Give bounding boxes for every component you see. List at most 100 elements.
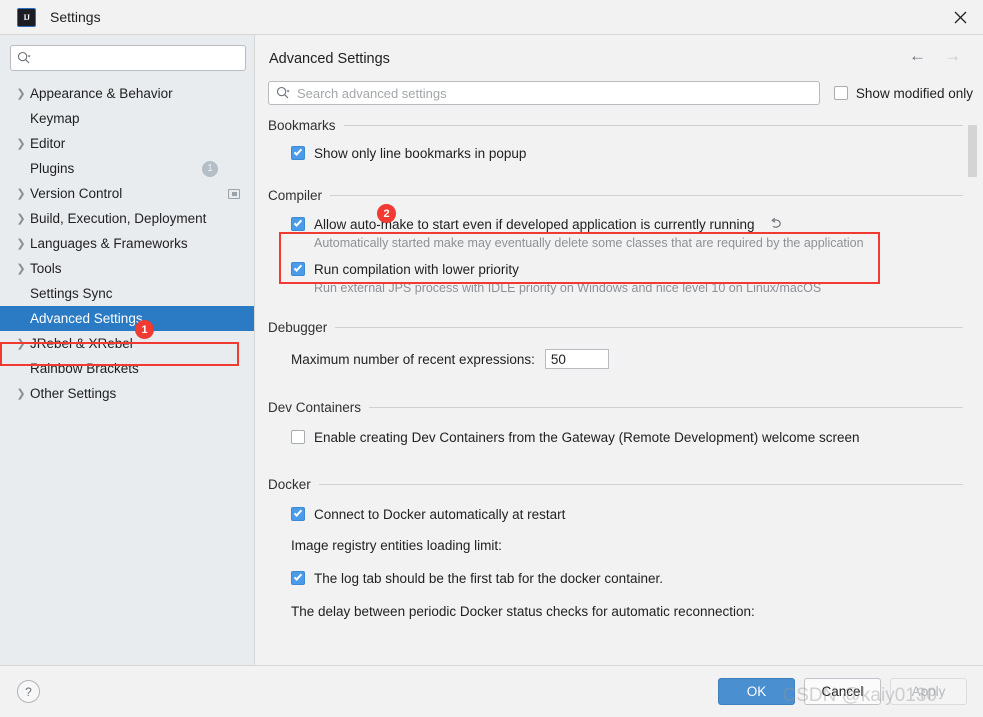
close-icon[interactable]	[947, 4, 973, 30]
chevron-right-icon: ❯	[14, 187, 28, 200]
content-scrollbar[interactable]	[968, 117, 977, 665]
settings-sidebar: ❯ Appearance & Behavior ❯ Keymap ❯ Edito…	[0, 35, 255, 665]
checkbox[interactable]	[291, 430, 305, 444]
option-label: Show only line bookmarks in popup	[314, 146, 526, 161]
search-icon	[276, 86, 290, 100]
page-title: Advanced Settings	[269, 51, 390, 67]
sidebar-item-label: Build, Execution, Deployment	[30, 211, 206, 226]
main-header: Advanced Settings ← →	[255, 35, 983, 67]
sidebar-item-label: Editor	[30, 136, 65, 151]
sidebar-item-advanced-settings[interactable]: ❯ Advanced Settings	[0, 306, 254, 331]
cancel-button[interactable]: Cancel	[804, 678, 881, 705]
advanced-search-row: Show modified only	[255, 67, 983, 105]
arrow-left-icon[interactable]: ←	[909, 47, 926, 64]
annotation-badge-2: 2	[377, 204, 396, 223]
intellij-idea-logo-icon: IJ	[17, 8, 36, 27]
show-modified-only-label: Show modified only	[856, 86, 973, 101]
section-header-bookmarks: Bookmarks	[268, 117, 963, 133]
option-allow-auto-make[interactable]: Allow auto-make to start even if develop…	[268, 213, 963, 235]
plugins-update-badge: 1	[202, 161, 218, 177]
panel-icon	[228, 189, 240, 199]
field-image-registry-limit: Image registry entities loading limit: 1…	[268, 532, 963, 558]
section-header-debugger: Debugger	[268, 319, 963, 335]
sidebar-item-appearance-behavior[interactable]: ❯ Appearance & Behavior	[0, 81, 254, 106]
sidebar-item-label: Version Control	[30, 186, 122, 201]
checkbox[interactable]	[291, 571, 305, 585]
settings-tree: ❯ Appearance & Behavior ❯ Keymap ❯ Edito…	[0, 81, 254, 406]
scrollbar-thumb[interactable]	[968, 125, 977, 177]
help-icon[interactable]: ?	[17, 680, 40, 703]
section-header-docker: Docker	[268, 476, 963, 492]
chevron-right-icon: ❯	[14, 137, 28, 150]
search-advanced-settings-input[interactable]	[295, 85, 812, 102]
section-header-compiler: Compiler	[268, 187, 963, 203]
settings-content-scroll: Bookmarks Show only line bookmarks in po…	[255, 117, 983, 665]
show-modified-only-checkbox[interactable]	[834, 86, 848, 100]
footer-buttons: OK Cancel Apply	[718, 678, 967, 705]
sidebar-item-label: Appearance & Behavior	[30, 86, 173, 101]
search-icon	[17, 51, 31, 65]
sidebar-item-jrebel-xrebel[interactable]: ❯ JRebel & XRebel	[0, 331, 254, 356]
dialog-body: ❯ Appearance & Behavior ❯ Keymap ❯ Edito…	[0, 35, 983, 665]
option-connect-docker-restart[interactable]: Connect to Docker automatically at resta…	[268, 503, 963, 525]
sidebar-item-label: Plugins	[30, 161, 74, 176]
section-header-dev-containers: Dev Containers	[268, 399, 963, 415]
annotation-badge-1: 1	[135, 320, 154, 339]
sidebar-item-version-control[interactable]: ❯ Version Control	[0, 181, 254, 206]
section-title: Compiler	[268, 188, 322, 203]
advanced-search-box[interactable]	[268, 81, 820, 105]
sidebar-item-label: Other Settings	[30, 386, 116, 401]
field-docker-status-delay: The delay between periodic Docker status…	[268, 598, 963, 624]
history-nav: ← →	[909, 47, 961, 64]
sidebar-item-label: Settings Sync	[30, 286, 113, 301]
sidebar-search-input[interactable]	[10, 45, 246, 71]
option-label: The log tab should be the first tab for …	[314, 571, 663, 586]
sidebar-item-tools[interactable]: ❯ Tools	[0, 256, 254, 281]
section-title: Bookmarks	[268, 118, 336, 133]
sidebar-item-keymap[interactable]: ❯ Keymap	[0, 106, 254, 131]
option-show-only-line-bookmarks[interactable]: Show only line bookmarks in popup	[268, 142, 963, 164]
section-title: Dev Containers	[268, 400, 361, 415]
sidebar-item-languages-frameworks[interactable]: ❯ Languages & Frameworks	[0, 231, 254, 256]
checkbox[interactable]	[291, 262, 305, 276]
chevron-right-icon: ❯	[14, 212, 28, 225]
chevron-right-icon: ❯	[14, 337, 28, 350]
chevron-right-icon: ❯	[14, 387, 28, 400]
option-enable-dev-containers[interactable]: Enable creating Dev Containers from the …	[268, 426, 963, 448]
sidebar-item-rainbow-brackets[interactable]: ❯ Rainbow Brackets	[0, 356, 254, 381]
divider	[335, 327, 963, 328]
section-title: Debugger	[268, 320, 327, 335]
option-label: Connect to Docker automatically at resta…	[314, 507, 565, 522]
sidebar-item-build-execution-deployment[interactable]: ❯ Build, Execution, Deployment	[0, 206, 254, 231]
footer-divider	[0, 665, 254, 666]
sidebar-item-label: Keymap	[30, 111, 80, 126]
field-label: Image registry entities loading limit:	[291, 538, 502, 553]
max-recent-expressions-input[interactable]: 50	[545, 349, 609, 369]
sidebar-item-plugins[interactable]: ❯ Plugins 1	[0, 156, 254, 181]
section-title: Docker	[268, 477, 311, 492]
ok-button[interactable]: OK	[718, 678, 795, 705]
apply-button: Apply	[890, 678, 967, 705]
option-run-compilation-lower-priority[interactable]: Run compilation with lower priority	[268, 258, 963, 280]
divider	[344, 125, 963, 126]
sidebar-item-label: Rainbow Brackets	[30, 361, 139, 376]
dialog-footer: ? OK Cancel Apply	[0, 665, 983, 717]
revert-icon[interactable]	[770, 218, 784, 231]
sidebar-item-label: Languages & Frameworks	[30, 236, 188, 251]
arrow-right-icon[interactable]: →	[944, 47, 961, 64]
option-log-tab-first[interactable]: The log tab should be the first tab for …	[268, 567, 963, 589]
settings-main-panel: Advanced Settings ← →	[255, 35, 983, 665]
checkbox[interactable]	[291, 217, 305, 231]
chevron-right-icon: ❯	[14, 87, 28, 100]
sidebar-item-settings-sync[interactable]: ❯ Settings Sync	[0, 281, 254, 306]
sidebar-item-other-settings[interactable]: ❯ Other Settings	[0, 381, 254, 406]
show-modified-only-toggle[interactable]: Show modified only	[834, 86, 973, 101]
window-title: Settings	[50, 9, 101, 25]
divider	[330, 195, 963, 196]
sidebar-item-editor[interactable]: ❯ Editor	[0, 131, 254, 156]
checkbox[interactable]	[291, 146, 305, 160]
chevron-right-icon: ❯	[14, 237, 28, 250]
checkbox[interactable]	[291, 507, 305, 521]
sidebar-item-label: Tools	[30, 261, 62, 276]
option-description: Automatically started make may eventuall…	[268, 236, 963, 250]
